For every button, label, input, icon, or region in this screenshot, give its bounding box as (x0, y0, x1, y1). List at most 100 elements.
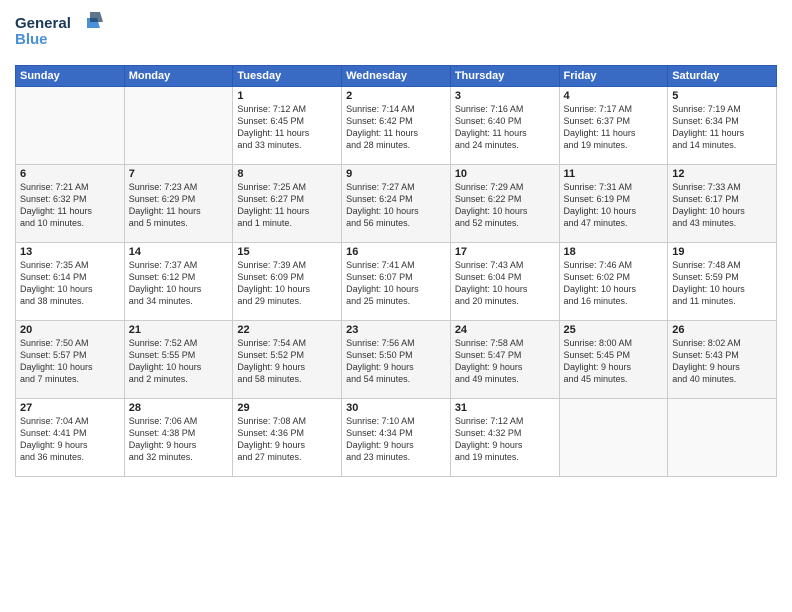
day-info: Sunrise: 7:04 AM Sunset: 4:41 PM Dayligh… (20, 415, 120, 464)
day-number: 23 (346, 324, 446, 336)
day-number: 21 (129, 324, 229, 336)
calendar-cell: 16Sunrise: 7:41 AM Sunset: 6:07 PM Dayli… (342, 243, 451, 321)
day-info: Sunrise: 7:06 AM Sunset: 4:38 PM Dayligh… (129, 415, 229, 464)
calendar-cell: 7Sunrise: 7:23 AM Sunset: 6:29 PM Daylig… (124, 165, 233, 243)
day-info: Sunrise: 7:41 AM Sunset: 6:07 PM Dayligh… (346, 259, 446, 308)
day-info: Sunrise: 7:37 AM Sunset: 6:12 PM Dayligh… (129, 259, 229, 308)
column-header-wednesday: Wednesday (342, 66, 451, 87)
day-info: Sunrise: 7:14 AM Sunset: 6:42 PM Dayligh… (346, 103, 446, 152)
calendar-cell: 8Sunrise: 7:25 AM Sunset: 6:27 PM Daylig… (233, 165, 342, 243)
day-number: 20 (20, 324, 120, 336)
day-info: Sunrise: 7:08 AM Sunset: 4:36 PM Dayligh… (237, 415, 337, 464)
calendar-week-row: 27Sunrise: 7:04 AM Sunset: 4:41 PM Dayli… (16, 399, 777, 477)
day-info: Sunrise: 7:33 AM Sunset: 6:17 PM Dayligh… (672, 181, 772, 230)
calendar-cell: 13Sunrise: 7:35 AM Sunset: 6:14 PM Dayli… (16, 243, 125, 321)
day-number: 1 (237, 90, 337, 102)
column-header-friday: Friday (559, 66, 668, 87)
calendar-cell: 18Sunrise: 7:46 AM Sunset: 6:02 PM Dayli… (559, 243, 668, 321)
column-header-sunday: Sunday (16, 66, 125, 87)
day-number: 10 (455, 168, 555, 180)
calendar-week-row: 1Sunrise: 7:12 AM Sunset: 6:45 PM Daylig… (16, 87, 777, 165)
day-info: Sunrise: 8:02 AM Sunset: 5:43 PM Dayligh… (672, 337, 772, 386)
calendar-cell: 24Sunrise: 7:58 AM Sunset: 5:47 PM Dayli… (450, 321, 559, 399)
calendar-cell: 28Sunrise: 7:06 AM Sunset: 4:38 PM Dayli… (124, 399, 233, 477)
day-info: Sunrise: 7:17 AM Sunset: 6:37 PM Dayligh… (564, 103, 664, 152)
logo-icon: General Blue (15, 10, 105, 52)
svg-text:Blue: Blue (15, 31, 48, 48)
day-info: Sunrise: 7:48 AM Sunset: 5:59 PM Dayligh… (672, 259, 772, 308)
day-info: Sunrise: 7:21 AM Sunset: 6:32 PM Dayligh… (20, 181, 120, 230)
calendar-cell (124, 87, 233, 165)
day-number: 26 (672, 324, 772, 336)
day-info: Sunrise: 7:16 AM Sunset: 6:40 PM Dayligh… (455, 103, 555, 152)
calendar-cell: 11Sunrise: 7:31 AM Sunset: 6:19 PM Dayli… (559, 165, 668, 243)
calendar-cell: 4Sunrise: 7:17 AM Sunset: 6:37 PM Daylig… (559, 87, 668, 165)
day-info: Sunrise: 7:19 AM Sunset: 6:34 PM Dayligh… (672, 103, 772, 152)
day-info: Sunrise: 7:29 AM Sunset: 6:22 PM Dayligh… (455, 181, 555, 230)
calendar-cell: 29Sunrise: 7:08 AM Sunset: 4:36 PM Dayli… (233, 399, 342, 477)
day-number: 25 (564, 324, 664, 336)
day-number: 11 (564, 168, 664, 180)
logo: General Blue (15, 10, 105, 57)
day-number: 29 (237, 402, 337, 414)
day-number: 17 (455, 246, 555, 258)
day-info: Sunrise: 8:00 AM Sunset: 5:45 PM Dayligh… (564, 337, 664, 386)
day-number: 4 (564, 90, 664, 102)
calendar-cell: 19Sunrise: 7:48 AM Sunset: 5:59 PM Dayli… (668, 243, 777, 321)
day-info: Sunrise: 7:23 AM Sunset: 6:29 PM Dayligh… (129, 181, 229, 230)
calendar-cell: 30Sunrise: 7:10 AM Sunset: 4:34 PM Dayli… (342, 399, 451, 477)
day-info: Sunrise: 7:12 AM Sunset: 6:45 PM Dayligh… (237, 103, 337, 152)
day-number: 2 (346, 90, 446, 102)
column-header-thursday: Thursday (450, 66, 559, 87)
calendar-cell: 23Sunrise: 7:56 AM Sunset: 5:50 PM Dayli… (342, 321, 451, 399)
calendar-cell: 20Sunrise: 7:50 AM Sunset: 5:57 PM Dayli… (16, 321, 125, 399)
calendar-cell: 25Sunrise: 8:00 AM Sunset: 5:45 PM Dayli… (559, 321, 668, 399)
day-number: 6 (20, 168, 120, 180)
day-info: Sunrise: 7:43 AM Sunset: 6:04 PM Dayligh… (455, 259, 555, 308)
calendar-cell: 9Sunrise: 7:27 AM Sunset: 6:24 PM Daylig… (342, 165, 451, 243)
day-info: Sunrise: 7:54 AM Sunset: 5:52 PM Dayligh… (237, 337, 337, 386)
calendar-cell: 27Sunrise: 7:04 AM Sunset: 4:41 PM Dayli… (16, 399, 125, 477)
header: General Blue (15, 10, 777, 57)
calendar-cell: 14Sunrise: 7:37 AM Sunset: 6:12 PM Dayli… (124, 243, 233, 321)
day-info: Sunrise: 7:25 AM Sunset: 6:27 PM Dayligh… (237, 181, 337, 230)
day-number: 31 (455, 402, 555, 414)
calendar-table: SundayMondayTuesdayWednesdayThursdayFrid… (15, 65, 777, 477)
column-header-tuesday: Tuesday (233, 66, 342, 87)
day-number: 3 (455, 90, 555, 102)
day-info: Sunrise: 7:10 AM Sunset: 4:34 PM Dayligh… (346, 415, 446, 464)
day-number: 16 (346, 246, 446, 258)
calendar-cell: 26Sunrise: 8:02 AM Sunset: 5:43 PM Dayli… (668, 321, 777, 399)
day-number: 8 (237, 168, 337, 180)
day-info: Sunrise: 7:46 AM Sunset: 6:02 PM Dayligh… (564, 259, 664, 308)
calendar-cell: 6Sunrise: 7:21 AM Sunset: 6:32 PM Daylig… (16, 165, 125, 243)
calendar-cell: 17Sunrise: 7:43 AM Sunset: 6:04 PM Dayli… (450, 243, 559, 321)
day-number: 12 (672, 168, 772, 180)
calendar-week-row: 6Sunrise: 7:21 AM Sunset: 6:32 PM Daylig… (16, 165, 777, 243)
day-number: 7 (129, 168, 229, 180)
calendar-cell: 22Sunrise: 7:54 AM Sunset: 5:52 PM Dayli… (233, 321, 342, 399)
day-number: 22 (237, 324, 337, 336)
column-header-saturday: Saturday (668, 66, 777, 87)
day-info: Sunrise: 7:52 AM Sunset: 5:55 PM Dayligh… (129, 337, 229, 386)
calendar-cell (559, 399, 668, 477)
day-number: 18 (564, 246, 664, 258)
day-number: 5 (672, 90, 772, 102)
day-info: Sunrise: 7:27 AM Sunset: 6:24 PM Dayligh… (346, 181, 446, 230)
day-info: Sunrise: 7:50 AM Sunset: 5:57 PM Dayligh… (20, 337, 120, 386)
day-number: 9 (346, 168, 446, 180)
page: General Blue SundayMondayTuesdayWednesda… (0, 0, 792, 612)
day-number: 15 (237, 246, 337, 258)
day-number: 24 (455, 324, 555, 336)
day-number: 27 (20, 402, 120, 414)
calendar-week-row: 20Sunrise: 7:50 AM Sunset: 5:57 PM Dayli… (16, 321, 777, 399)
column-header-monday: Monday (124, 66, 233, 87)
day-info: Sunrise: 7:31 AM Sunset: 6:19 PM Dayligh… (564, 181, 664, 230)
calendar-cell: 1Sunrise: 7:12 AM Sunset: 6:45 PM Daylig… (233, 87, 342, 165)
calendar-cell: 10Sunrise: 7:29 AM Sunset: 6:22 PM Dayli… (450, 165, 559, 243)
day-number: 28 (129, 402, 229, 414)
calendar-cell (16, 87, 125, 165)
day-info: Sunrise: 7:39 AM Sunset: 6:09 PM Dayligh… (237, 259, 337, 308)
day-number: 13 (20, 246, 120, 258)
calendar-cell (668, 399, 777, 477)
